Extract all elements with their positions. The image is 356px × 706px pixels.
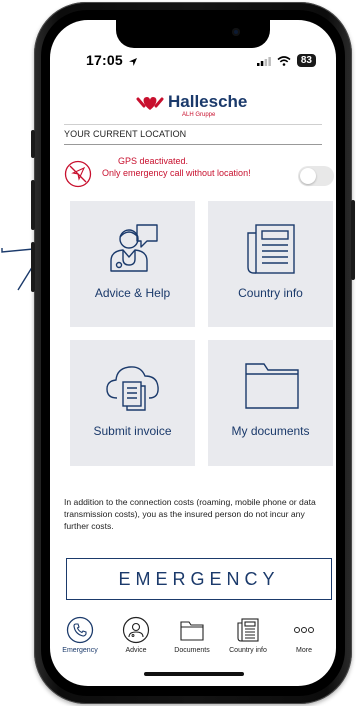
cost-disclaimer: In addition to the connection costs (roa… bbox=[64, 497, 316, 531]
tile-submit-invoice-label: Submit invoice bbox=[93, 424, 172, 438]
gps-toggle[interactable] bbox=[298, 166, 334, 186]
tile-advice-help-label: Advice & Help bbox=[94, 286, 171, 300]
tile-advice-help[interactable]: Advice & Help bbox=[70, 201, 195, 327]
tab-documents-label: Documents bbox=[174, 647, 210, 654]
newspaper-icon bbox=[237, 618, 259, 642]
tab-documents[interactable]: Documents bbox=[164, 616, 220, 664]
gps-status-line2: Only emergency call without location! bbox=[102, 168, 251, 178]
doctor-chat-icon bbox=[110, 224, 158, 272]
tab-more[interactable]: More bbox=[276, 616, 332, 664]
tab-emergency-label: Emergency bbox=[62, 647, 98, 654]
app-screen: 17:05 83 Hallesche ALH Gruppe YOUR CURRE… bbox=[50, 20, 336, 686]
doctor-icon bbox=[122, 616, 150, 644]
tile-country-info[interactable]: Country info bbox=[208, 201, 333, 327]
home-indicator[interactable] bbox=[144, 672, 244, 676]
tab-country-info[interactable]: Country info bbox=[220, 616, 276, 664]
status-icons: 83 bbox=[256, 54, 316, 67]
cloud-document-icon bbox=[106, 366, 159, 411]
tile-submit-invoice[interactable]: Submit invoice bbox=[70, 340, 195, 466]
status-time: 17:05 bbox=[86, 52, 123, 68]
tile-my-documents-label: My documents bbox=[231, 424, 310, 438]
section-divider bbox=[64, 144, 322, 145]
phone-icon bbox=[66, 616, 94, 644]
more-dots-icon bbox=[294, 627, 314, 633]
tab-advice-label: Advice bbox=[125, 647, 147, 654]
folder-icon bbox=[245, 363, 299, 409]
tile-country-info-label: Country info bbox=[238, 286, 303, 300]
tab-advice[interactable]: Advice bbox=[108, 616, 164, 664]
wifi-icon bbox=[277, 55, 291, 66]
hallesche-logo: Hallesche ALH Gruppe bbox=[50, 92, 336, 120]
camera-icon bbox=[232, 28, 240, 36]
bottom-tab-bar: Emergency Advice Documents Country info … bbox=[50, 616, 336, 664]
logo-name: Hallesche bbox=[168, 92, 248, 111]
tab-emergency[interactable]: Emergency bbox=[52, 616, 108, 664]
gps-toggle-knob bbox=[300, 168, 316, 184]
signal-icon bbox=[256, 56, 271, 66]
notch bbox=[116, 20, 270, 48]
gps-status-text: GPS deactivated. Only emergency call wit… bbox=[102, 155, 251, 179]
location-arrow-icon bbox=[128, 54, 138, 72]
tab-more-label: More bbox=[296, 647, 312, 654]
battery-indicator: 83 bbox=[296, 54, 316, 67]
tab-country-info-label: Country info bbox=[229, 647, 267, 654]
logo-heart-icon bbox=[136, 97, 164, 110]
logo-subtitle: ALH Gruppe bbox=[182, 112, 216, 118]
header-divider bbox=[64, 124, 322, 125]
phone-volume-up bbox=[31, 180, 35, 230]
folder-icon bbox=[180, 621, 204, 641]
status-bar: 17:05 83 bbox=[50, 50, 336, 74]
phone-volume-down bbox=[31, 242, 35, 292]
section-title-location: YOUR CURRENT LOCATION bbox=[64, 129, 187, 139]
gps-off-icon bbox=[64, 160, 92, 188]
gps-status-line1: GPS deactivated. bbox=[118, 156, 189, 166]
emergency-button[interactable]: EMERGENCY bbox=[66, 558, 332, 600]
phone-side-button bbox=[31, 130, 35, 158]
phone-power-button bbox=[351, 200, 355, 280]
newspaper-icon bbox=[247, 224, 295, 274]
tile-my-documents[interactable]: My documents bbox=[208, 340, 333, 466]
